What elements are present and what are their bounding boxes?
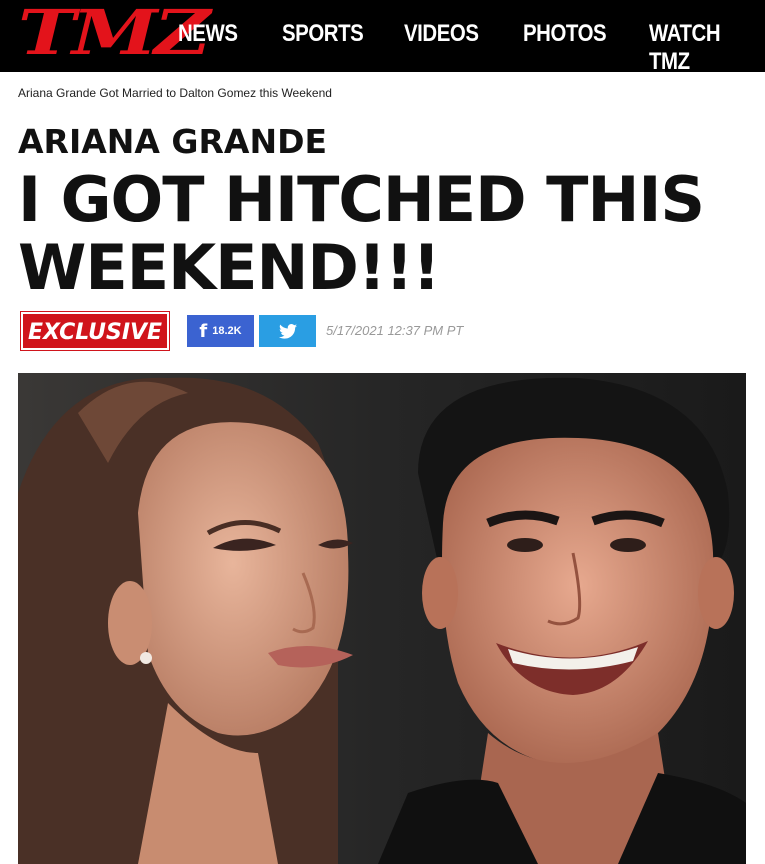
article-hero-photo[interactable] bbox=[18, 373, 746, 864]
article-headline: I GOT HITCHED THIS WEEKEND!!! bbox=[18, 166, 758, 302]
nav-sports[interactable]: SPORTS bbox=[282, 20, 364, 48]
headline-line-1: I GOT HITCHED THIS bbox=[18, 163, 705, 236]
breadcrumb[interactable]: Ariana Grande Got Married to Dalton Gome… bbox=[18, 86, 332, 100]
top-navigation-bar: TMZ NEWS SPORTS VIDEOS PHOTOS WATCH TMZ bbox=[0, 0, 765, 75]
nav-photos[interactable]: PHOTOS bbox=[523, 20, 607, 48]
couple-photo-illustration bbox=[18, 373, 746, 864]
facebook-icon: f bbox=[199, 320, 208, 342]
twitter-share-button[interactable] bbox=[259, 315, 316, 347]
nav-videos[interactable]: VIDEOS bbox=[404, 20, 479, 48]
twitter-icon bbox=[278, 323, 297, 339]
article-kicker: ARIANA GRANDE bbox=[18, 122, 328, 161]
facebook-share-button[interactable]: f 18.2K bbox=[187, 315, 254, 347]
facebook-share-count: 18.2K bbox=[212, 325, 242, 337]
nav-news[interactable]: NEWS bbox=[178, 20, 238, 48]
nav-watch-tmz[interactable]: WATCH TMZ bbox=[649, 20, 748, 76]
headline-line-2: WEEKEND!!! bbox=[18, 231, 441, 304]
article-timestamp: 5/17/2021 12:37 PM PT bbox=[326, 323, 464, 338]
exclusive-badge: EXCLUSIVE bbox=[21, 312, 169, 350]
